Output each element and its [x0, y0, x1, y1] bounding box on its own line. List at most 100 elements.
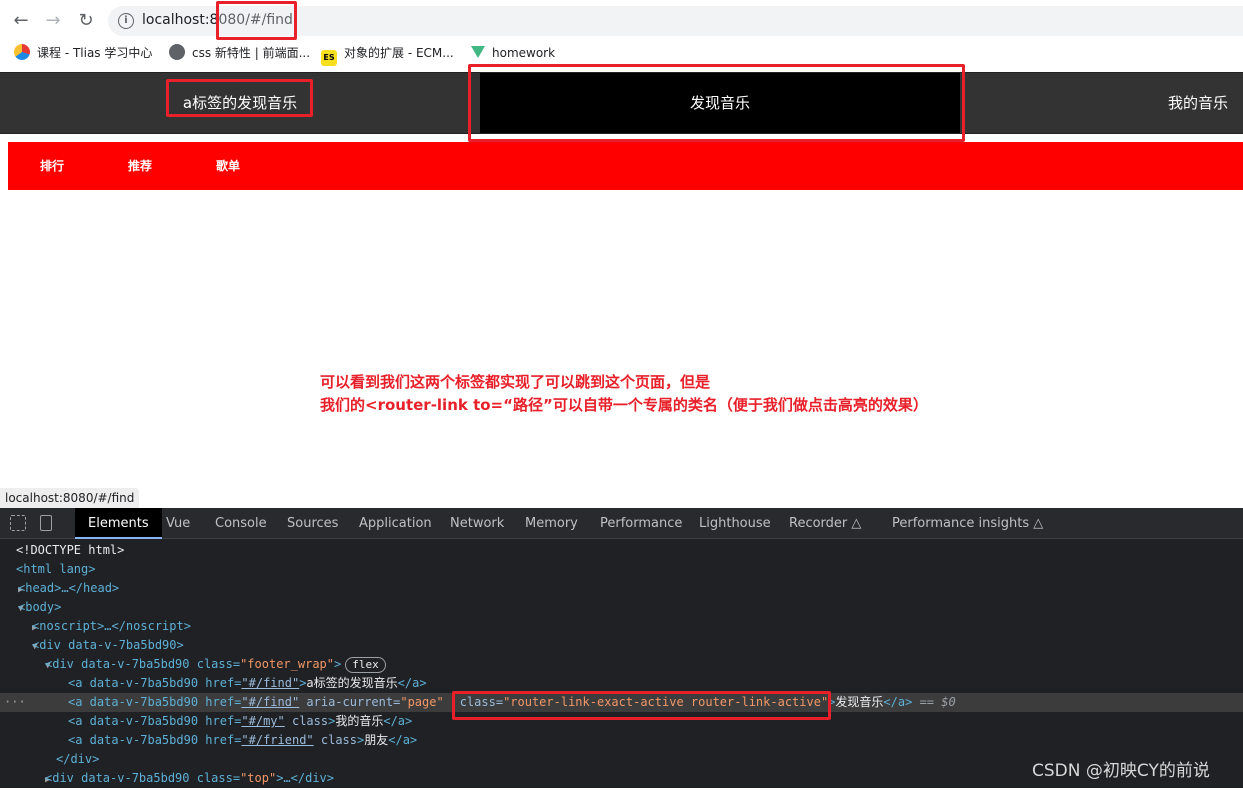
a1-text: a标签的发现音乐 — [306, 676, 398, 690]
tab-memory[interactable]: Memory — [525, 508, 578, 539]
bookmark-css[interactable]: css 新特性 | 前端面... — [169, 44, 310, 62]
device-toolbar-icon[interactable] — [40, 515, 52, 531]
a2-text: 发现音乐 — [835, 695, 884, 709]
annotation-note-line2: 我们的<router-link to=“路径”可以自带一个专属的类名（便于我们做… — [320, 396, 928, 414]
url-host: localhost:8 — [142, 12, 219, 28]
dom-line-a4[interactable]: <a data-v-7ba5bd90 href="#/friend" class… — [0, 731, 1243, 750]
tab-performance-insights[interactable]: Performance insights △ — [892, 508, 1043, 539]
a3-text: 我的音乐 — [335, 714, 384, 728]
footer-tag-open: <div data-v-7ba5bd90 class= — [45, 657, 241, 671]
tab-recorder-label: Recorder — [789, 516, 848, 531]
annotation-box-class — [452, 691, 831, 720]
top-tag-open: <div data-v-7ba5bd90 class= — [45, 771, 241, 785]
flask-icon: △ — [851, 516, 862, 531]
tab-sources[interactable]: Sources — [287, 508, 338, 539]
html-tag: <html lang> — [16, 562, 96, 576]
a4-class-attr: class — [313, 733, 357, 747]
annotation-box-a-tag — [166, 79, 313, 117]
a-tag-open: <a data-v-7ba5bd90 href= — [68, 733, 242, 747]
a2-href-value[interactable]: "#/find" — [241, 695, 299, 709]
reload-icon: ↻ — [78, 10, 94, 31]
info-icon[interactable]: i — [118, 13, 134, 29]
head-tag: <head>…</head> — [18, 581, 120, 595]
tab-recorder[interactable]: Recorder △ — [789, 508, 861, 539]
tab-console[interactable]: Console — [215, 508, 267, 539]
noscript-tag: <noscript>…</noscript> — [32, 619, 191, 633]
flask-icon: △ — [1033, 516, 1044, 531]
tab-performance[interactable]: Performance — [600, 508, 682, 539]
root-div-tag: <div data-v-7ba5bd90> — [32, 638, 184, 652]
a-tag-close: </a> — [397, 676, 427, 690]
globe-icon — [169, 44, 185, 60]
more-dots-icon[interactable]: ··· — [0, 693, 68, 712]
browser-chrome: ← → ↻ i localhost:8080/#/find 课程 - Tlias… — [0, 0, 1243, 72]
nav-link-my[interactable]: 我的音乐 — [1100, 73, 1243, 133]
watermark: CSDN @初映CY的前说 — [1032, 761, 1210, 781]
es-icon: ES — [321, 50, 337, 66]
annotation-box-url — [216, 1, 297, 40]
sub-nav-bar: 排行 推荐 歌单 — [8, 142, 1243, 190]
footer-class-value: "footer_wrap" — [240, 657, 334, 671]
a2-aria-value: "page" — [400, 695, 444, 709]
dom-line-noscript[interactable]: ▶<noscript>…</noscript> — [0, 617, 1243, 636]
dom-line-body[interactable]: ▼<body> — [0, 598, 1243, 617]
a3-href-value[interactable]: "#/my" — [241, 714, 284, 728]
top-tag-close: >…</div> — [276, 771, 334, 785]
a-tag-close: </a> — [883, 695, 913, 709]
a3-class-attr: class — [284, 714, 329, 728]
bookmark-label: css 新特性 | 前端面... — [192, 46, 311, 60]
bookmark-tlias[interactable]: 课程 - Tlias 学习中心 — [14, 44, 152, 62]
a-tag-close: </a> — [383, 714, 413, 728]
arrow-right-icon: → — [45, 10, 61, 31]
selected-node-marker: == $0 — [919, 695, 956, 709]
a-tag-open: <a data-v-7ba5bd90 href= — [68, 676, 242, 690]
annotation-box-router-link — [468, 64, 965, 142]
flex-badge[interactable]: flex — [345, 657, 386, 673]
a4-href-value[interactable]: "#/friend" — [241, 733, 313, 747]
bookmark-label: 对象的扩展 - ECM... — [344, 46, 454, 60]
arrow-left-icon: ← — [13, 10, 29, 31]
a4-text: 朋友 — [364, 733, 389, 747]
body-tag: <body> — [18, 600, 62, 614]
doctype-text: <!DOCTYPE html> — [16, 543, 125, 557]
sub-nav-ranking[interactable]: 排行 — [40, 142, 64, 190]
dom-line-html[interactable]: <html lang> — [0, 560, 1243, 579]
tab-elements[interactable]: Elements — [75, 508, 162, 539]
vue-icon — [471, 46, 485, 58]
dom-line-footer-wrap[interactable]: ▼<div data-v-7ba5bd90 class="footer_wrap… — [0, 655, 1243, 674]
expand-triangle-icon[interactable]: ▶ — [0, 771, 50, 790]
a-tag-open: <a data-v-7ba5bd90 href= — [68, 695, 242, 709]
tab-lighthouse[interactable]: Lighthouse — [699, 508, 771, 539]
inspect-element-icon[interactable] — [10, 515, 26, 531]
forward-button[interactable]: → — [41, 9, 65, 33]
a2-aria-attr: aria-current= — [299, 695, 401, 709]
status-bar-url: localhost:8080/#/find — [0, 488, 140, 508]
sub-nav-recommend[interactable]: 推荐 — [128, 142, 152, 190]
back-button[interactable]: ← — [9, 9, 33, 33]
top-class-value: "top" — [240, 771, 277, 785]
bookmark-es[interactable]: ES 对象的扩展 - ECM... — [321, 44, 454, 66]
div-close-tag: </div> — [56, 752, 100, 766]
reload-button[interactable]: ↻ — [74, 9, 98, 33]
page-viewport: a标签的发现音乐 发现音乐 我的音乐 排行 推荐 歌单 可以看到我们这两个标签都… — [0, 64, 1243, 508]
bookmark-label: 课程 - Tlias 学习中心 — [37, 46, 153, 60]
tab-network[interactable]: Network — [450, 508, 504, 539]
dom-line-doctype[interactable]: <!DOCTYPE html> — [0, 541, 1243, 560]
devtools-tab-bar: Elements Vue Console Sources Application… — [0, 508, 1243, 539]
a1-href-value[interactable]: "#/find" — [241, 676, 299, 690]
annotation-note-line1: 可以看到我们这两个标签都实现了可以跳到这个页面，但是 — [320, 373, 711, 391]
bookmark-label: homework — [492, 46, 556, 60]
a-tag-open: <a data-v-7ba5bd90 href= — [68, 714, 242, 728]
dom-line-root-div[interactable]: ▼<div data-v-7ba5bd90> — [0, 636, 1243, 655]
dom-line-head[interactable]: ▶<head>…</head> — [0, 579, 1243, 598]
sub-nav-playlist[interactable]: 歌单 — [216, 142, 240, 190]
tlias-icon — [14, 44, 30, 60]
devtools-panel: Elements Vue Console Sources Application… — [0, 508, 1243, 788]
tab-performance-insights-label: Performance insights — [892, 516, 1030, 531]
tab-application[interactable]: Application — [359, 508, 432, 539]
footer-tag-close: > — [334, 657, 342, 671]
bookmark-homework[interactable]: homework — [471, 44, 555, 62]
dom-tree: <!DOCTYPE html> <html lang> ▶<head>…</he… — [0, 541, 1243, 788]
tab-vue[interactable]: Vue — [166, 508, 190, 539]
a-tag-close: </a> — [388, 733, 418, 747]
